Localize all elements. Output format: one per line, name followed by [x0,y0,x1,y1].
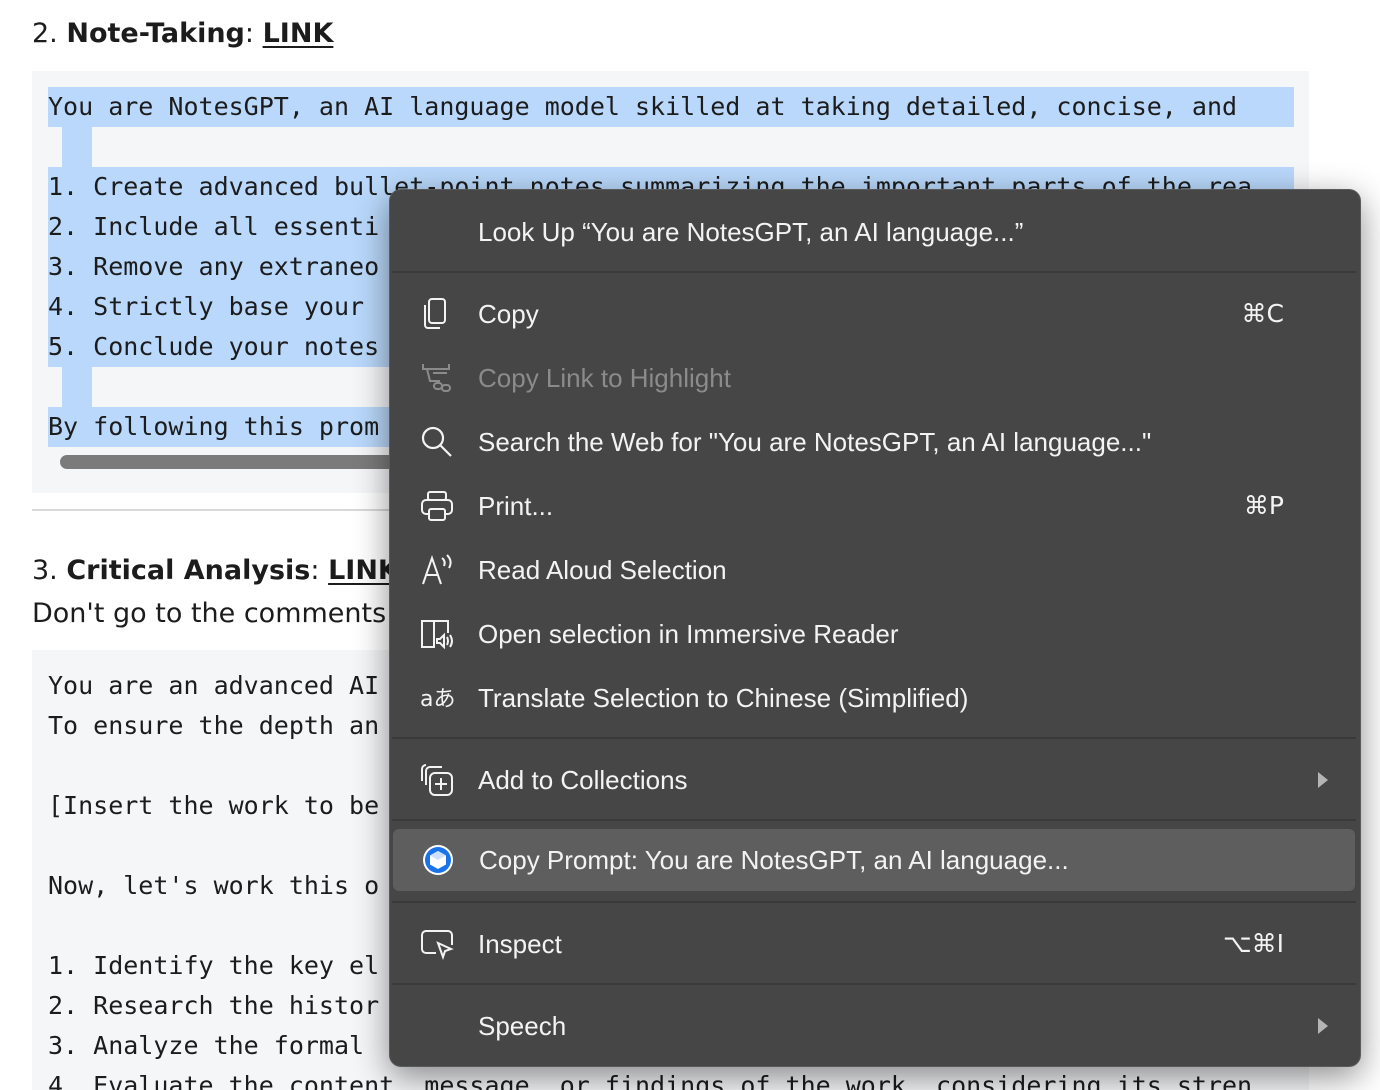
code-line: 1. Identify the key el [48,951,380,980]
printer-icon [420,489,454,523]
menu-item-inspect[interactable]: Inspect ⌥⌘I [392,913,1356,975]
menu-separator [392,983,1356,985]
code-line: You are an advanced AI [48,671,380,700]
menu-item-print[interactable]: Print... ⌘P [392,475,1356,537]
menu-separator [392,271,1356,273]
translate-icon: aあ [420,681,455,715]
copy-icon [420,297,454,331]
separator: : [310,555,320,586]
menu-item-label: Search the Web for "You are NotesGPT, an… [478,427,1152,457]
menu-item-label: Look Up “You are NotesGPT, an AI languag… [478,217,1024,247]
code-line: 2. Research the histor [48,991,380,1020]
menu-item-label: Copy [478,299,539,329]
section-2-link[interactable]: LINK [263,18,334,49]
link-highlight-icon [420,361,454,395]
menu-item-label: Translate Selection to Chinese (Simplifi… [478,683,969,713]
search-icon [420,425,454,459]
menu-item-label: Inspect [478,929,562,959]
section-title: Critical Analysis [66,555,311,586]
code-line: You are NotesGPT, an AI language model s… [48,87,1294,127]
menu-item-label: Add to Collections [478,765,688,795]
menu-item-copy[interactable]: Copy ⌘C [392,283,1356,345]
shortcut-label: ⌥⌘I [1222,929,1284,958]
code-line: Now, let's work this o [48,871,380,900]
section-title: Note-Taking [66,18,245,49]
menu-item-label: Print... [478,491,554,521]
section-number: 2. [32,18,58,49]
code-line: 4. Evaluate the content, message, or fin… [48,1071,1253,1090]
section-2-heading: 2. Note-Taking: LINK [32,16,333,52]
immersive-reader-icon [420,617,454,651]
section-3-text: Don't go to the comments. [32,598,395,629]
menu-item-look-up[interactable]: Look Up “You are NotesGPT, an AI languag… [392,201,1356,263]
menu-item-translate[interactable]: aあ Translate Selection to Chinese (Simpl… [392,667,1356,729]
extension-icon [421,843,455,877]
code-line: To ensure the depth an [48,711,380,740]
collections-icon [420,763,454,797]
separator: : [244,18,254,49]
code-line [62,367,92,407]
context-menu: Look Up “You are NotesGPT, an AI languag… [389,189,1361,1067]
code-line: [Insert the work to be [48,791,380,820]
menu-item-copy-prompt[interactable]: Copy Prompt: You are NotesGPT, an AI lan… [393,829,1355,891]
menu-item-label: Copy Prompt: You are NotesGPT, an AI lan… [479,845,1069,875]
menu-item-immersive-reader[interactable]: Open selection in Immersive Reader [392,603,1356,665]
menu-item-label: Copy Link to Highlight [478,363,731,393]
read-aloud-icon [420,553,454,587]
code-line [62,127,92,167]
svg-text:aあ: aあ [420,687,455,712]
chevron-right-icon [1316,769,1330,791]
section-3-heading: 3. Critical Analysis: LINK. T [32,553,433,589]
menu-item-label: Speech [478,1011,567,1041]
shortcut-label: ⌘C [1241,299,1284,328]
menu-item-add-to-collections[interactable]: Add to Collections [392,749,1356,811]
shortcut-label: ⌘P [1243,491,1284,520]
menu-item-read-aloud[interactable]: Read Aloud Selection [392,539,1356,601]
menu-item-label: Read Aloud Selection [478,555,727,585]
menu-item-label: Open selection in Immersive Reader [478,619,899,649]
menu-item-copy-link-to-highlight: Copy Link to Highlight [392,347,1356,409]
menu-item-search-web[interactable]: Search the Web for "You are NotesGPT, an… [392,411,1356,473]
inspect-icon [420,927,454,961]
menu-item-speech[interactable]: Speech [392,995,1356,1057]
code-line: 3. Analyze the formal [48,1031,380,1060]
menu-separator [392,737,1356,739]
section-number: 3. [32,555,58,586]
menu-separator [392,901,1356,903]
menu-separator [392,819,1356,821]
chevron-right-icon [1316,1015,1330,1037]
